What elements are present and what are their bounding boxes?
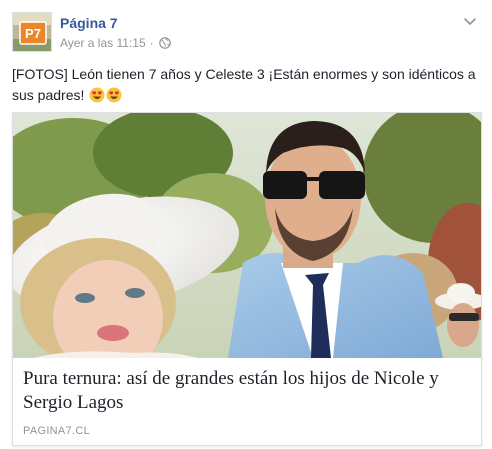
link-title[interactable]: Pura ternura: así de grandes están los h… bbox=[23, 367, 473, 415]
photo-of-couple bbox=[13, 113, 481, 358]
post-message-text: [FOTOS] León tienen 7 años y Celeste 3 ¡… bbox=[12, 66, 476, 103]
post-message: [FOTOS] León tienen 7 años y Celeste 3 ¡… bbox=[12, 64, 480, 106]
heart-eyes-emoji bbox=[106, 87, 122, 103]
globe-icon[interactable] bbox=[158, 37, 171, 49]
post-header: P7 Página 7 Ayer a las 11:15 · bbox=[12, 12, 480, 54]
page-avatar[interactable]: P7 bbox=[12, 12, 52, 52]
meta-separator: · bbox=[149, 36, 154, 50]
facebook-post: P7 Página 7 Ayer a las 11:15 · [FOTOS] L… bbox=[0, 0, 492, 449]
post-meta: Ayer a las 11:15 · bbox=[60, 35, 171, 51]
page-name-link[interactable]: Página 7 bbox=[60, 14, 118, 32]
link-domain: PAGINA7.CL bbox=[23, 425, 90, 437]
chevron-down-icon[interactable] bbox=[460, 12, 480, 32]
link-preview-image[interactable] bbox=[13, 113, 481, 358]
avatar-image: P7 bbox=[13, 13, 51, 51]
link-preview-card[interactable]: Pura ternura: así de grandes están los h… bbox=[12, 112, 482, 446]
heart-eyes-emoji bbox=[89, 87, 105, 103]
avatar-text: P7 bbox=[25, 26, 41, 41]
post-timestamp[interactable]: Ayer a las 11:15 bbox=[60, 35, 146, 51]
